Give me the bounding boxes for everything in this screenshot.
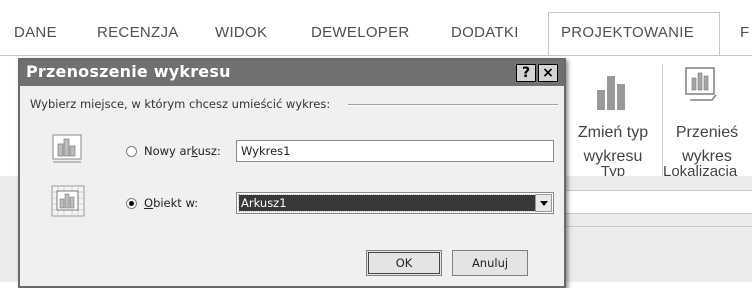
ribbon-group-separator (662, 64, 663, 176)
ok-button[interactable]: OK (366, 250, 442, 276)
new-sheet-radio[interactable] (126, 146, 137, 157)
object-in-label-part: biekt w: (153, 196, 199, 210)
chart-embedded-icon (50, 184, 86, 218)
tab-projektowanie[interactable]: PROJEKTOWANIE (548, 12, 720, 56)
worksheet-divider (566, 226, 752, 227)
object-in-label[interactable]: Obiekt w: (144, 196, 198, 210)
new-sheet-name-input[interactable]: Wykres1 (236, 140, 554, 162)
move-chart-dialog: Przenoszenie wykresu ? × Wybierz miejsce… (18, 58, 566, 288)
radio-selected-dot (129, 201, 134, 206)
new-sheet-label-part: Nowy ar (144, 144, 192, 158)
object-in-label-accel: O (144, 196, 154, 210)
tab-widok[interactable]: WIDOK (215, 24, 267, 41)
tab-deweloper[interactable]: DEWELOPER (311, 24, 410, 41)
formula-bar[interactable] (566, 190, 752, 214)
move-chart-label[interactable]: Przenieś (670, 124, 744, 142)
change-chart-type-label[interactable]: Zmień typ (574, 124, 652, 142)
object-in-radio[interactable] (126, 198, 137, 209)
tab-dodatki[interactable]: DODATKI (451, 24, 519, 41)
group-separator (348, 104, 558, 106)
placement-group-label: Wybierz miejsce, w którym chcesz umieści… (30, 97, 331, 111)
ribbon-panel: Zmień typ wykresu Przenieś wykres Typ Lo… (560, 56, 752, 180)
object-in-selected-value: Arkusz1 (238, 194, 536, 212)
cancel-button[interactable]: Anuluj (452, 250, 528, 276)
dialog-title: Przenoszenie wykresu (26, 62, 231, 81)
ribbon-tabs: DANE RECENZJA WIDOK DEWELOPER DODATKI PR… (0, 0, 752, 56)
chevron-down-icon[interactable] (535, 194, 552, 212)
tab-projektowanie-label: PROJEKTOWANIE (561, 24, 695, 41)
new-sheet-label-part2: usz: (197, 144, 221, 158)
chart-new-sheet-icon (50, 132, 86, 166)
tab-recenzja[interactable]: RECENZJA (97, 24, 179, 41)
help-button[interactable]: ? (516, 64, 536, 82)
move-chart-icon[interactable] (684, 66, 718, 106)
tab-dane[interactable]: DANE (14, 24, 57, 41)
object-in-select[interactable]: Arkusz1 (236, 192, 554, 214)
tab-f[interactable]: F (740, 24, 749, 41)
close-button[interactable]: × (538, 64, 558, 82)
dialog-titlebar[interactable]: Przenoszenie wykresu ? × (20, 60, 564, 86)
change-chart-type-icon[interactable] (594, 70, 628, 110)
new-sheet-label[interactable]: Nowy arkusz: (144, 144, 221, 158)
